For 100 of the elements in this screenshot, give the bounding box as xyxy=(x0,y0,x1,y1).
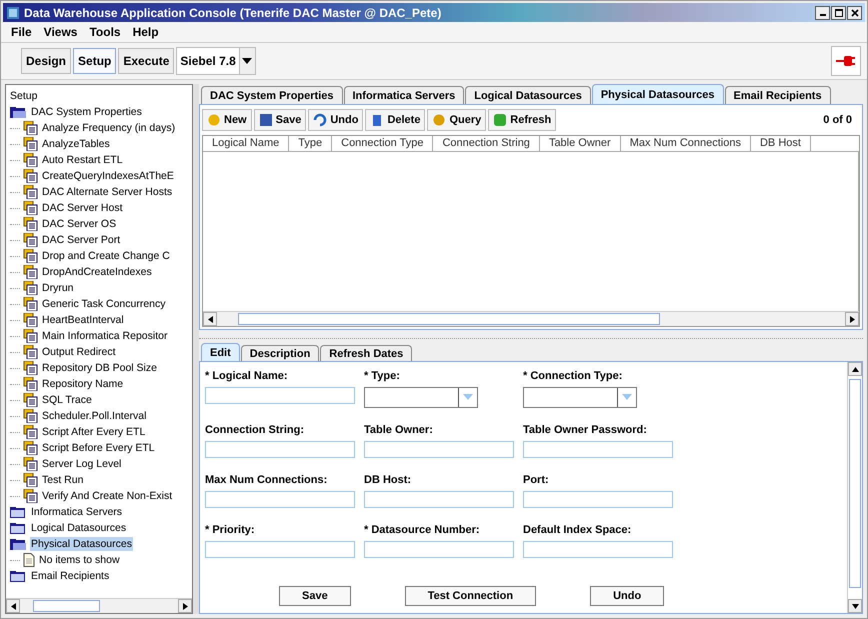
tab[interactable]: Informatica Servers xyxy=(344,86,464,104)
tab[interactable]: Refresh Dates xyxy=(320,345,412,361)
tree-item[interactable]: Dryrun xyxy=(41,281,75,295)
input-field[interactable] xyxy=(364,541,514,558)
minimize-button[interactable] xyxy=(815,6,830,20)
delete-button[interactable]: Delete xyxy=(365,109,426,131)
save-button[interactable]: Save xyxy=(254,109,306,131)
tree-item[interactable]: Repository Name xyxy=(41,377,124,391)
document-icon xyxy=(23,553,35,567)
caret-icon xyxy=(622,394,632,400)
input-field[interactable] xyxy=(205,441,355,458)
tab[interactable]: Logical Datasources xyxy=(465,86,591,104)
tree-item[interactable]: Verify And Create Non-Exist xyxy=(41,489,174,503)
plug-icon xyxy=(836,55,856,67)
tree-item[interactable]: Email Recipients xyxy=(30,569,110,583)
tab[interactable]: Description xyxy=(240,345,320,361)
tree-item[interactable]: Script After Every ETL xyxy=(41,425,146,439)
left-arrow-icon xyxy=(208,316,212,322)
property-icon xyxy=(23,265,38,279)
close-button[interactable] xyxy=(847,6,862,20)
query-button[interactable]: Query xyxy=(427,109,486,131)
tree-item[interactable]: Scheduler.Poll.Interval xyxy=(41,409,148,423)
tree-item[interactable]: Drop and Create Change C xyxy=(41,249,171,263)
column-header[interactable]: DB Host xyxy=(750,136,811,151)
horizontal-scrollbar[interactable] xyxy=(6,598,192,613)
property-icon xyxy=(23,153,38,167)
disconnect-button[interactable] xyxy=(831,46,861,76)
column-header[interactable]: Connection Type xyxy=(332,136,434,151)
column-header[interactable]: Table Owner xyxy=(540,136,621,151)
refresh-button[interactable]: Refresh xyxy=(488,109,556,131)
menu-item[interactable]: File xyxy=(11,25,32,39)
field-label: * Type: xyxy=(364,370,401,382)
tree-item[interactable]: CreateQueryIndexesAtTheE xyxy=(41,169,175,183)
input-field[interactable] xyxy=(205,541,355,558)
tab[interactable]: Edit xyxy=(201,343,240,361)
input-field[interactable] xyxy=(523,541,673,558)
vertical-scrollbar[interactable] xyxy=(847,362,862,613)
tab[interactable]: DAC System Properties xyxy=(201,86,342,104)
dropdown-field[interactable] xyxy=(364,387,478,408)
tree-item[interactable]: Main Informatica Repositor xyxy=(41,329,168,343)
new-button[interactable]: New xyxy=(202,109,252,131)
tree-item[interactable]: Script Before Every ETL xyxy=(41,441,156,455)
property-icon xyxy=(23,329,38,343)
field-label: * Logical Name: xyxy=(205,370,289,382)
input-field[interactable] xyxy=(364,441,514,458)
column-header[interactable]: Logical Name xyxy=(203,136,290,151)
maximize-button[interactable] xyxy=(831,6,846,20)
horizontal-scrollbar[interactable] xyxy=(203,311,859,326)
tree-item[interactable]: Output Redirect xyxy=(41,345,117,359)
property-icon xyxy=(23,377,38,391)
tree-item[interactable]: SQL Trace xyxy=(41,393,93,407)
tab[interactable]: Email Recipients xyxy=(724,86,831,104)
column-header[interactable]: Connection String xyxy=(433,136,540,151)
tree-item[interactable]: DAC Server Port xyxy=(41,233,122,247)
property-icon xyxy=(23,137,38,151)
tree-item[interactable]: Informatica Servers xyxy=(30,505,124,519)
splitter-handle[interactable] xyxy=(193,84,199,614)
tree-item[interactable]: No items to show xyxy=(38,553,121,567)
field-label: Port: xyxy=(523,474,550,486)
field-label: DB Host: xyxy=(364,474,412,486)
tree-item[interactable]: Repository DB Pool Size xyxy=(41,361,158,375)
input-field[interactable] xyxy=(205,491,355,508)
input-field[interactable] xyxy=(523,491,673,508)
form-button[interactable]: Undo xyxy=(590,586,664,606)
tree-item[interactable]: Logical Datasources xyxy=(30,521,128,535)
input-field[interactable] xyxy=(364,491,514,508)
input-field[interactable] xyxy=(523,441,673,458)
tree-item[interactable]: Auto Restart ETL xyxy=(41,153,124,167)
tab[interactable]: Physical Datasources xyxy=(592,84,724,104)
tree-item[interactable]: DAC Alternate Server Hosts xyxy=(41,185,174,199)
property-icon xyxy=(23,489,38,503)
tree-item[interactable]: DAC Server OS xyxy=(41,217,118,231)
property-icon xyxy=(23,121,38,135)
field-label: Table Owner: xyxy=(364,424,434,436)
form-button[interactable]: Save xyxy=(279,586,351,606)
dropdown-field[interactable] xyxy=(523,387,637,408)
tree-item[interactable]: Server Log Level xyxy=(41,457,122,471)
tree-item[interactable]: HeartBeatInterval xyxy=(41,313,125,327)
view-button[interactable]: Design xyxy=(21,48,72,74)
menu-item[interactable]: Help xyxy=(132,25,159,39)
dropdown-button[interactable] xyxy=(238,48,255,74)
tree-item[interactable]: Physical Datasources xyxy=(30,537,133,551)
tree-item[interactable]: AnalyzeTables xyxy=(41,137,111,151)
view-button[interactable]: Setup xyxy=(73,48,116,74)
tree-item[interactable]: Generic Task Concurrency xyxy=(41,297,167,311)
column-header[interactable]: Type xyxy=(289,136,332,151)
window-title: Data Warehouse Application Console (Tenerife DAC Master @ DAC_Pete) xyxy=(24,6,442,20)
tree-item[interactable]: DropAndCreateIndexes xyxy=(41,265,153,279)
tree-item[interactable]: Analyze Frequency (in days) xyxy=(41,121,176,135)
view-button[interactable]: Execute xyxy=(118,48,174,74)
input-field[interactable] xyxy=(205,387,355,404)
tree-item[interactable]: DAC System Properties xyxy=(30,105,143,119)
field-label: Table Owner Password: xyxy=(523,424,648,436)
tree-item[interactable]: DAC Server Host xyxy=(41,201,124,215)
tree-item[interactable]: Test Run xyxy=(41,473,84,487)
menu-item[interactable]: Views xyxy=(44,25,78,39)
undo-button[interactable]: Undo xyxy=(308,109,364,131)
column-header[interactable]: Max Num Connections xyxy=(620,136,751,151)
form-button[interactable]: Test Connection xyxy=(404,586,536,606)
menu-item[interactable]: Tools xyxy=(89,25,121,39)
